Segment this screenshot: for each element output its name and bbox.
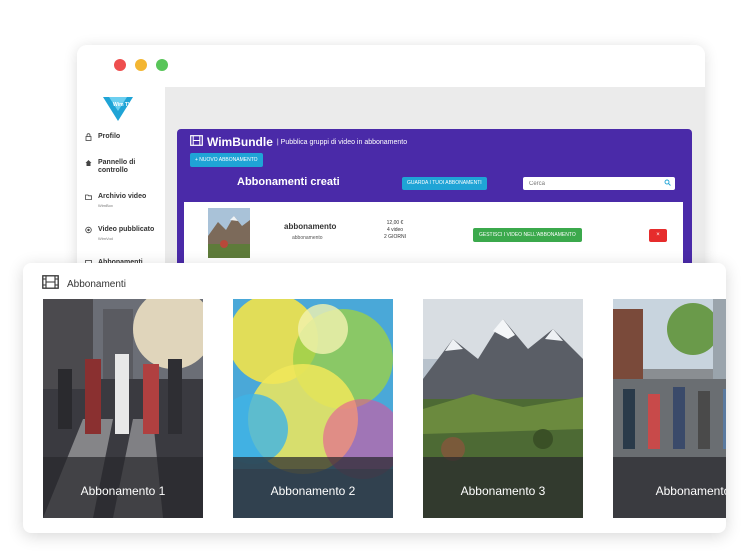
search-box bbox=[523, 177, 675, 190]
sidebar-item-sublabel: WimVod bbox=[98, 236, 113, 241]
sidebar-item-archivio[interactable]: Archivio video WimBox bbox=[85, 193, 158, 210]
subscriptions-panel-header: Abbonamenti creati GUARDA I TUOI ABBONAM… bbox=[177, 169, 692, 197]
play-circle-icon bbox=[85, 226, 92, 237]
wimbundle-title: WimBundle bbox=[207, 135, 273, 149]
wimtv-logo: Wim TV bbox=[101, 95, 135, 123]
card-header: Abbonamenti bbox=[42, 275, 126, 294]
sidebar-item-label: Profilo bbox=[98, 133, 121, 140]
sidebar-item-label: Video pubblicato bbox=[98, 226, 155, 233]
page-title: WimBundle | Pubblica gruppi di video in … bbox=[190, 135, 407, 149]
subscription-name: abbonamento bbox=[284, 222, 337, 231]
window-close-button[interactable] bbox=[114, 59, 126, 71]
lock-icon bbox=[85, 133, 92, 144]
sidebar-item-pannello[interactable]: Pannello di controllo bbox=[85, 159, 158, 175]
sidebar-item-video-pubblicato[interactable]: Video pubblicato WimVod bbox=[85, 226, 158, 243]
search-icon[interactable] bbox=[664, 179, 671, 188]
subscription-subtitle: abbonamento bbox=[292, 235, 323, 241]
tile-label: Abbonamento 2 bbox=[270, 484, 356, 498]
folder-icon bbox=[85, 193, 92, 204]
window-maximize-button[interactable] bbox=[156, 59, 168, 71]
manage-videos-button[interactable]: GESTISCI I VIDEO NELL'ABBONAMENTO bbox=[473, 228, 582, 242]
new-subscription-button[interactable]: + NUOVO ABBONAMENTO bbox=[190, 153, 263, 167]
tile-label: Abbonamento 1 bbox=[80, 484, 166, 498]
home-icon bbox=[85, 159, 92, 170]
subscription-duration: 2 GIORNI bbox=[384, 234, 406, 240]
subscription-video-count: 4 video bbox=[386, 227, 404, 233]
subscription-thumbnail bbox=[208, 208, 250, 258]
tile-label: Abbonamento 3 bbox=[460, 484, 546, 498]
subscription-price: 12,00 € bbox=[386, 220, 404, 226]
sidebar-item-label: Pannello di controllo bbox=[98, 159, 136, 174]
subscription-tiles: Abbonamento 1 Abbonamento 2 Abbonamento … bbox=[43, 299, 726, 518]
sidebar-item-profilo[interactable]: Profilo bbox=[85, 133, 158, 144]
subscription-tile-3[interactable]: Abbonamento 3 bbox=[423, 299, 583, 518]
film-icon bbox=[42, 275, 59, 294]
window-titlebar bbox=[77, 45, 705, 87]
subscription-meta: 12,00 € 4 video 2 GIORNI bbox=[370, 220, 420, 241]
subscription-tile-1[interactable]: Abbonamento 1 bbox=[43, 299, 203, 518]
logo-text: Wim TV bbox=[113, 102, 132, 108]
subscriptions-card: Abbonamenti Abbonamento 1 Abbonamento 2 … bbox=[23, 263, 726, 533]
window-minimize-button[interactable] bbox=[135, 59, 147, 71]
film-icon bbox=[190, 135, 203, 149]
card-title: Abbonamenti bbox=[67, 279, 126, 290]
sidebar-item-label: Archivio video bbox=[98, 193, 147, 200]
search-input[interactable] bbox=[529, 179, 659, 188]
delete-button[interactable]: × bbox=[649, 229, 667, 242]
subscription-tile-2[interactable]: Abbonamento 2 bbox=[233, 299, 393, 518]
subscription-tile-4[interactable]: Abbonamento bbox=[613, 299, 726, 518]
tile-label: Abbonamento bbox=[655, 484, 726, 498]
subscriptions-panel-title: Abbonamenti creati bbox=[237, 176, 340, 188]
wimbundle-subtitle: | Pubblica gruppi di video in abbonament… bbox=[276, 138, 408, 146]
wimbundle-header: WimBundle | Pubblica gruppi di video in … bbox=[177, 129, 692, 169]
sidebar-item-sublabel: WimBox bbox=[98, 203, 113, 208]
view-subscriptions-button[interactable]: GUARDA I TUOI ABBONAMENTI bbox=[402, 177, 487, 190]
